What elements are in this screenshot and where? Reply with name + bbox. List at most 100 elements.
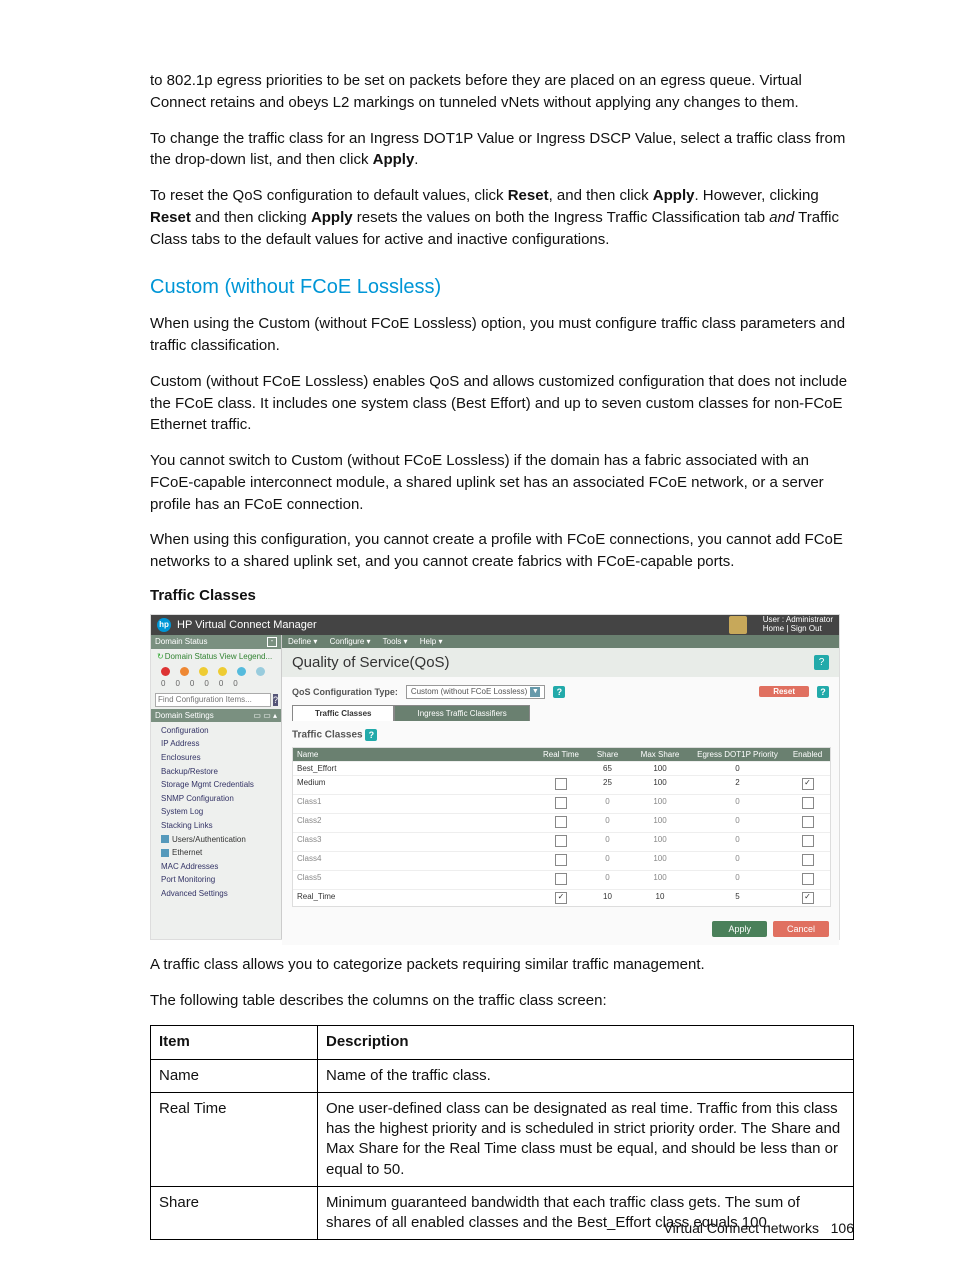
col-enabled[interactable]: Enabled: [785, 748, 830, 761]
cell-enabled[interactable]: ✓: [785, 776, 830, 794]
cell-realtime[interactable]: [537, 762, 585, 775]
nav-item[interactable]: Port Monitoring: [161, 873, 281, 887]
nav-item[interactable]: Storage Mgmt Credentials: [161, 778, 281, 792]
text: To reset the QoS configuration to defaul…: [150, 187, 508, 204]
find-input[interactable]: [155, 693, 271, 707]
cell-enabled[interactable]: [785, 814, 830, 832]
help-icon[interactable]: ?: [273, 694, 278, 706]
nav-item[interactable]: Stacking Links: [161, 819, 281, 833]
nav-group[interactable]: Ethernet: [161, 846, 281, 860]
cell-realtime[interactable]: [537, 833, 585, 851]
menu-help[interactable]: Help ▾: [420, 637, 443, 646]
cell-maxshare[interactable]: 100: [630, 833, 690, 851]
cell-egress[interactable]: 0: [690, 762, 785, 775]
nav-item[interactable]: Configuration: [161, 724, 281, 738]
col-egress[interactable]: Egress DOT1P Priority: [690, 748, 785, 761]
info-icon[interactable]: ?: [365, 729, 377, 741]
table-row: Class501000: [293, 870, 830, 889]
cell-share[interactable]: 25: [585, 776, 630, 794]
tab-ingress-classifiers[interactable]: Ingress Traffic Classifiers: [394, 705, 529, 721]
body-text: To change the traffic class for an Ingre…: [150, 128, 854, 172]
cell-share[interactable]: 0: [585, 852, 630, 870]
embedded-screenshot: hp HP Virtual Connect Manager User : Adm…: [150, 614, 840, 940]
info-icon[interactable]: ?: [817, 686, 829, 698]
cancel-button[interactable]: Cancel: [773, 921, 829, 937]
col-name[interactable]: Name: [293, 748, 537, 761]
menu-define[interactable]: Define ▾: [288, 637, 317, 646]
cell-enabled[interactable]: [785, 833, 830, 851]
cell-maxshare[interactable]: 100: [630, 814, 690, 832]
info-icon[interactable]: ?: [553, 686, 565, 698]
text: resets the values on both the Ingress Tr…: [353, 209, 770, 226]
cell-enabled[interactable]: [785, 762, 830, 775]
cfg-dropdown[interactable]: Custom (without FCoE Lossless) ▼: [406, 685, 545, 699]
body-text: When using the Custom (without FCoE Loss…: [150, 313, 854, 357]
cell-egress[interactable]: 0: [690, 871, 785, 889]
user-links[interactable]: Home | Sign Out: [763, 625, 833, 633]
section-label: Traffic Classes: [292, 729, 363, 740]
cell-enabled[interactable]: [785, 852, 830, 870]
help-icon[interactable]: ?: [814, 655, 829, 670]
cell-share[interactable]: 0: [585, 814, 630, 832]
cell-share[interactable]: 10: [585, 890, 630, 906]
text: . However, clicking: [694, 187, 818, 204]
col-maxshare[interactable]: Max Share: [630, 748, 690, 761]
body-text: To reset the QoS configuration to defaul…: [150, 185, 854, 250]
cell-share[interactable]: 0: [585, 833, 630, 851]
nav-item[interactable]: System Log: [161, 805, 281, 819]
collapse-icon[interactable]: -: [267, 637, 277, 647]
tab-traffic-classes[interactable]: Traffic Classes: [292, 705, 394, 721]
cell-maxshare[interactable]: 10: [630, 890, 690, 906]
cell-enabled[interactable]: [785, 871, 830, 889]
nav-item[interactable]: IP Address: [161, 737, 281, 751]
nav-group[interactable]: Users/Authentication: [161, 833, 281, 847]
cell-egress[interactable]: 0: [690, 814, 785, 832]
cell-egress[interactable]: 5: [690, 890, 785, 906]
nav-item[interactable]: Advanced Settings: [161, 887, 281, 901]
cell-maxshare[interactable]: 100: [630, 871, 690, 889]
text: , and then click: [549, 187, 653, 204]
cell-maxshare[interactable]: 100: [630, 776, 690, 794]
cell-realtime[interactable]: [537, 776, 585, 794]
apply-button[interactable]: Apply: [712, 921, 767, 937]
nav-item[interactable]: MAC Addresses: [161, 860, 281, 874]
reset-button[interactable]: Reset: [759, 686, 809, 697]
home-icon[interactable]: [729, 616, 747, 634]
nav-item[interactable]: SNMP Configuration: [161, 792, 281, 806]
nav-item[interactable]: Backup/Restore: [161, 765, 281, 779]
body-text: to 802.1p egress priorities to be set on…: [150, 70, 854, 114]
cell-maxshare[interactable]: 100: [630, 852, 690, 870]
cell-realtime[interactable]: [537, 852, 585, 870]
cell-realtime[interactable]: [537, 871, 585, 889]
cell-share[interactable]: 0: [585, 871, 630, 889]
cell-egress[interactable]: 0: [690, 833, 785, 851]
menu-configure[interactable]: Configure ▾: [330, 637, 371, 646]
cell-egress[interactable]: 0: [690, 852, 785, 870]
cell-egress[interactable]: 0: [690, 795, 785, 813]
cell-realtime[interactable]: [537, 795, 585, 813]
col-share[interactable]: Share: [585, 748, 630, 761]
menu-tools[interactable]: Tools ▾: [383, 637, 408, 646]
cell-maxshare[interactable]: 100: [630, 795, 690, 813]
cell-enabled[interactable]: [785, 795, 830, 813]
cfg-label: QoS Configuration Type:: [292, 687, 398, 697]
status-link[interactable]: Domain Status View Legend...: [165, 652, 272, 661]
refresh-icon[interactable]: ↻: [157, 652, 164, 661]
count: 0: [233, 679, 237, 688]
cell: One user-defined class can be designated…: [318, 1092, 854, 1186]
cell-enabled[interactable]: ✓: [785, 890, 830, 906]
cell-share[interactable]: 0: [585, 795, 630, 813]
cell-egress[interactable]: 2: [690, 776, 785, 794]
panel-controls-icon[interactable]: ▭ ▭ ▴: [253, 711, 277, 720]
cell-realtime[interactable]: [537, 814, 585, 832]
cell-maxshare[interactable]: 100: [630, 762, 690, 775]
cell-name: Class4: [293, 852, 537, 870]
table-row: Class101000: [293, 794, 830, 813]
nav-item[interactable]: Enclosures: [161, 751, 281, 765]
cell-realtime[interactable]: ✓: [537, 890, 585, 906]
body-text: When using this configuration, you canno…: [150, 529, 854, 573]
cell-share[interactable]: 65: [585, 762, 630, 775]
text: .: [414, 151, 418, 168]
table-row: Best_Effort651000: [293, 761, 830, 775]
col-realtime[interactable]: Real Time: [537, 748, 585, 761]
